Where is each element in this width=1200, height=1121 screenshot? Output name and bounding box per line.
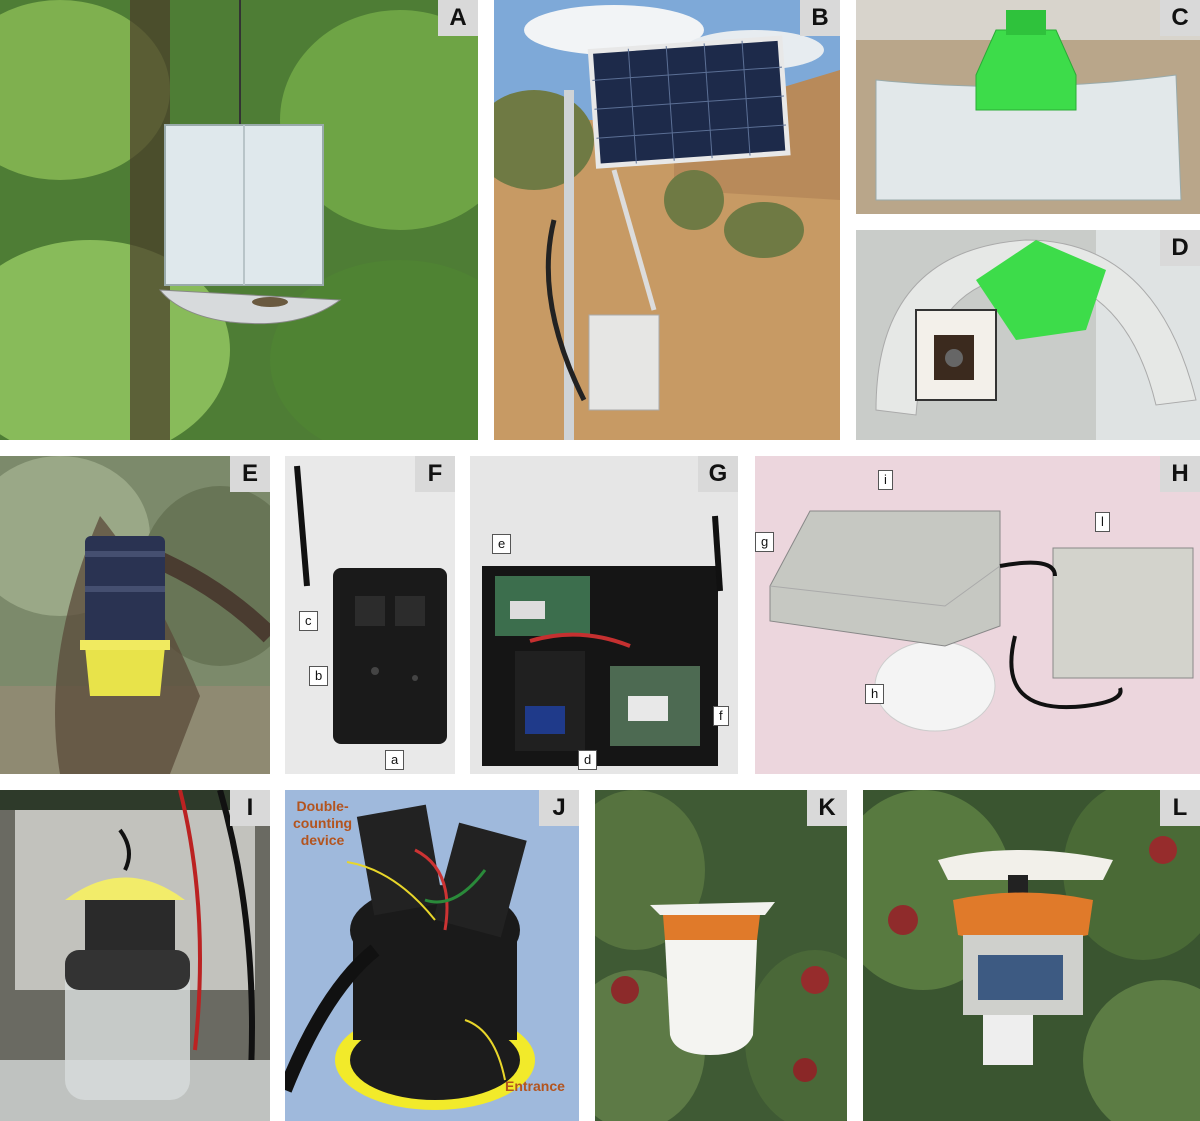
- panel-label: D: [1160, 230, 1200, 266]
- callout-i: i: [878, 470, 893, 490]
- panel-label: E: [230, 456, 270, 492]
- panel-label: K: [807, 790, 847, 826]
- panel-i: I: [0, 790, 270, 1121]
- annotation-double-counting-device: Double- counting device: [293, 798, 353, 848]
- panel-e: E: [0, 456, 270, 774]
- panel-f: c b a F: [285, 456, 455, 774]
- panel-label: A: [438, 0, 478, 36]
- panel-d-photo: [856, 230, 1200, 440]
- panel-a: A: [0, 0, 478, 440]
- callout-d: d: [578, 750, 598, 770]
- panel-c: C: [856, 0, 1200, 214]
- panel-h-photo: [755, 456, 1200, 774]
- panel-j: Double- counting device Entrance J: [285, 790, 579, 1121]
- panel-l-photo: [863, 790, 1200, 1121]
- callout-a: a: [385, 750, 405, 770]
- panel-label: B: [800, 0, 840, 36]
- panel-k-photo: [595, 790, 847, 1121]
- panel-label: J: [539, 790, 579, 826]
- panel-b-photo: [494, 0, 840, 440]
- panel-h: i l g h H: [755, 456, 1200, 774]
- panel-label: L: [1160, 790, 1200, 826]
- panel-g-photo: [470, 456, 738, 774]
- panel-k: K: [595, 790, 847, 1121]
- callout-h: h: [865, 684, 885, 704]
- callout-l: l: [1095, 512, 1110, 532]
- panel-l: L: [863, 790, 1200, 1121]
- panel-label: I: [230, 790, 270, 826]
- panel-label: H: [1160, 456, 1200, 492]
- callout-f: f: [713, 706, 729, 726]
- panel-b: B: [494, 0, 840, 440]
- panel-e-photo: [0, 456, 270, 774]
- panel-a-photo: [0, 0, 478, 440]
- panel-label: F: [415, 456, 455, 492]
- callout-g: g: [755, 532, 775, 552]
- callout-c: c: [299, 611, 318, 631]
- panel-g: e d f G: [470, 456, 738, 774]
- panel-i-photo: [0, 790, 270, 1121]
- panel-d: D: [856, 230, 1200, 440]
- panel-c-photo: [856, 0, 1200, 214]
- callout-e: e: [492, 534, 512, 554]
- panel-label: G: [698, 456, 738, 492]
- callout-b: b: [309, 666, 329, 686]
- annotation-entrance: Entrance: [505, 1078, 565, 1094]
- panel-label: C: [1160, 0, 1200, 36]
